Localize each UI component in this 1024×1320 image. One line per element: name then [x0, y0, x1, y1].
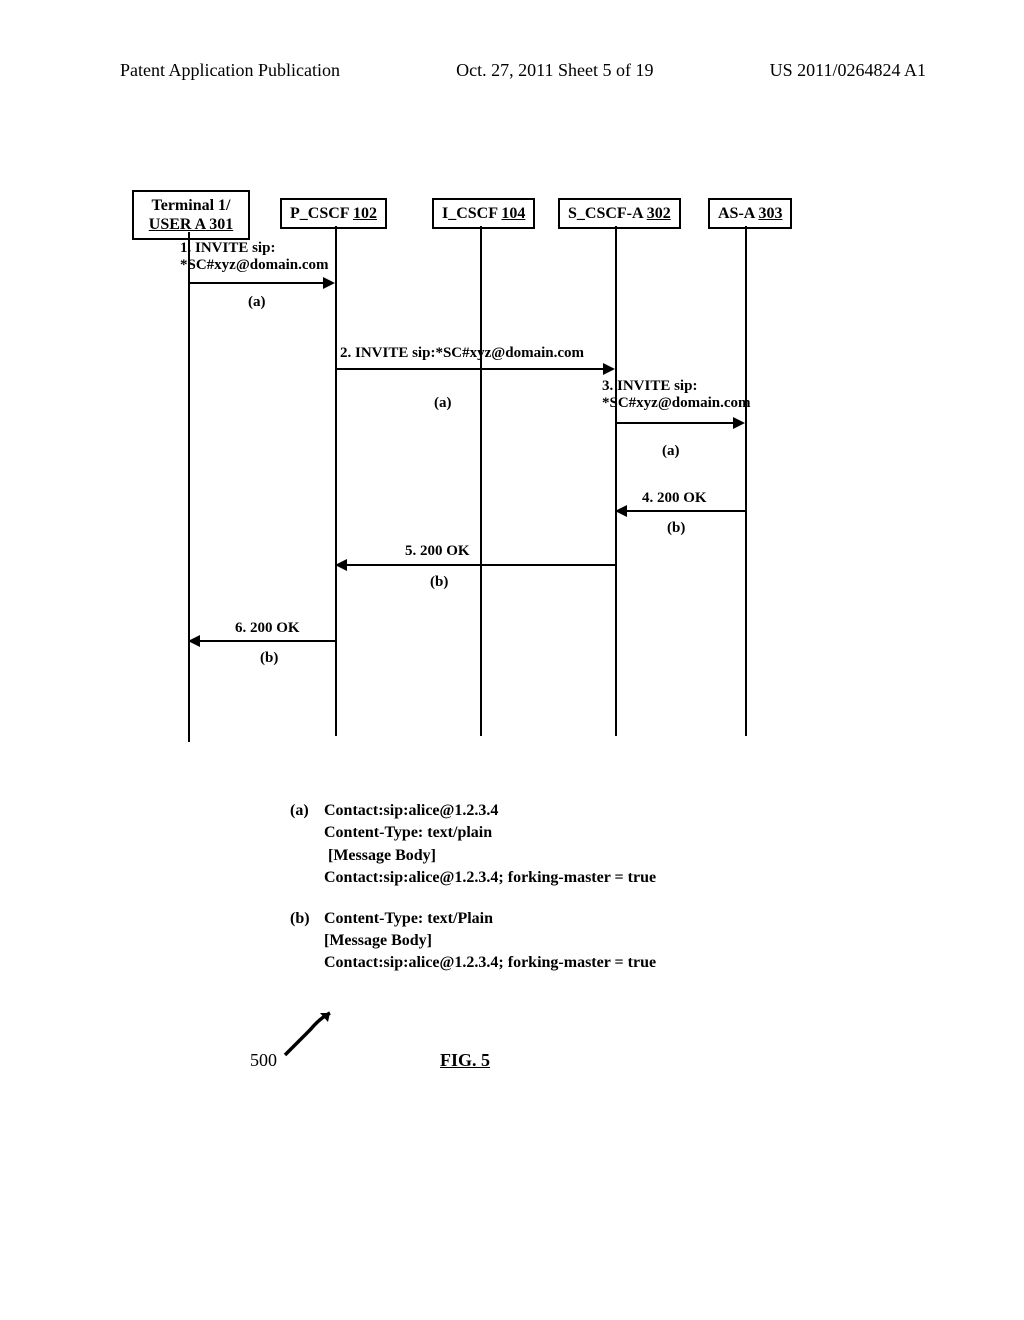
msg-1-invite: 1. INVITE sip: *SC#xyz@domain.com — [180, 240, 329, 274]
arrow-3 — [617, 422, 743, 424]
arrow-1 — [190, 282, 333, 284]
legend-b: (b) Content-Type: text/Plain [Message Bo… — [290, 908, 656, 975]
actor-scscf: S_CSCF-A 302 — [558, 198, 681, 229]
figure-label: FIG. 5 — [440, 1050, 490, 1071]
msg-3-invite: 3. INVITE sip: *SC#xyz@domain.com — [602, 378, 751, 412]
lifeline-scscf — [615, 226, 617, 736]
msg-5-sub: (b) — [430, 574, 448, 591]
header-center: Oct. 27, 2011 Sheet 5 of 19 — [456, 60, 653, 81]
arrow-4 — [617, 510, 745, 512]
actor-icscf: I_CSCF 104 — [432, 198, 535, 229]
msg-2-invite: 2. INVITE sip:*SC#xyz@domain.com — [340, 345, 584, 362]
msg-6-ok: 6. 200 OK — [235, 620, 300, 637]
actor-pcscf: P_CSCF 102 — [280, 198, 387, 229]
figure-number: 500 — [250, 1050, 277, 1071]
header-right: US 2011/0264824 A1 — [770, 60, 926, 81]
msg-3-sub: (a) — [662, 443, 680, 460]
lifeline-terminal — [188, 232, 190, 742]
curve-arrow-icon — [280, 1010, 340, 1060]
arrow-5 — [337, 564, 615, 566]
lifeline-pcscf — [335, 226, 337, 736]
msg-5-ok: 5. 200 OK — [405, 543, 470, 560]
message-legend: (a) Contact:sip:alice@1.2.3.4 Content-Ty… — [290, 800, 656, 993]
legend-a-key: (a) — [290, 800, 324, 890]
legend-b-body: Content-Type: text/Plain [Message Body] … — [324, 908, 656, 975]
legend-b-key: (b) — [290, 908, 324, 975]
msg-4-sub: (b) — [667, 520, 685, 537]
msg-6-sub: (b) — [260, 650, 278, 667]
actor-asa: AS-A 303 — [708, 198, 792, 229]
header-left: Patent Application Publication — [120, 60, 340, 81]
lifeline-asa — [745, 226, 747, 736]
msg-1-sub: (a) — [248, 294, 266, 311]
sequence-diagram: Terminal 1/ USER A 301 P_CSCF 102 I_CSCF… — [140, 190, 900, 750]
msg-4-ok: 4. 200 OK — [642, 490, 707, 507]
msg-2-sub: (a) — [434, 395, 452, 412]
figure-reference: 500 FIG. 5 — [250, 1020, 750, 1080]
actor-terminal: Terminal 1/ USER A 301 — [132, 190, 250, 240]
page-header: Patent Application Publication Oct. 27, … — [0, 0, 1024, 81]
arrow-2 — [337, 368, 613, 370]
lifeline-icscf — [480, 226, 482, 736]
arrow-6 — [190, 640, 335, 642]
legend-a: (a) Contact:sip:alice@1.2.3.4 Content-Ty… — [290, 800, 656, 890]
legend-a-body: Contact:sip:alice@1.2.3.4 Content-Type: … — [324, 800, 656, 890]
